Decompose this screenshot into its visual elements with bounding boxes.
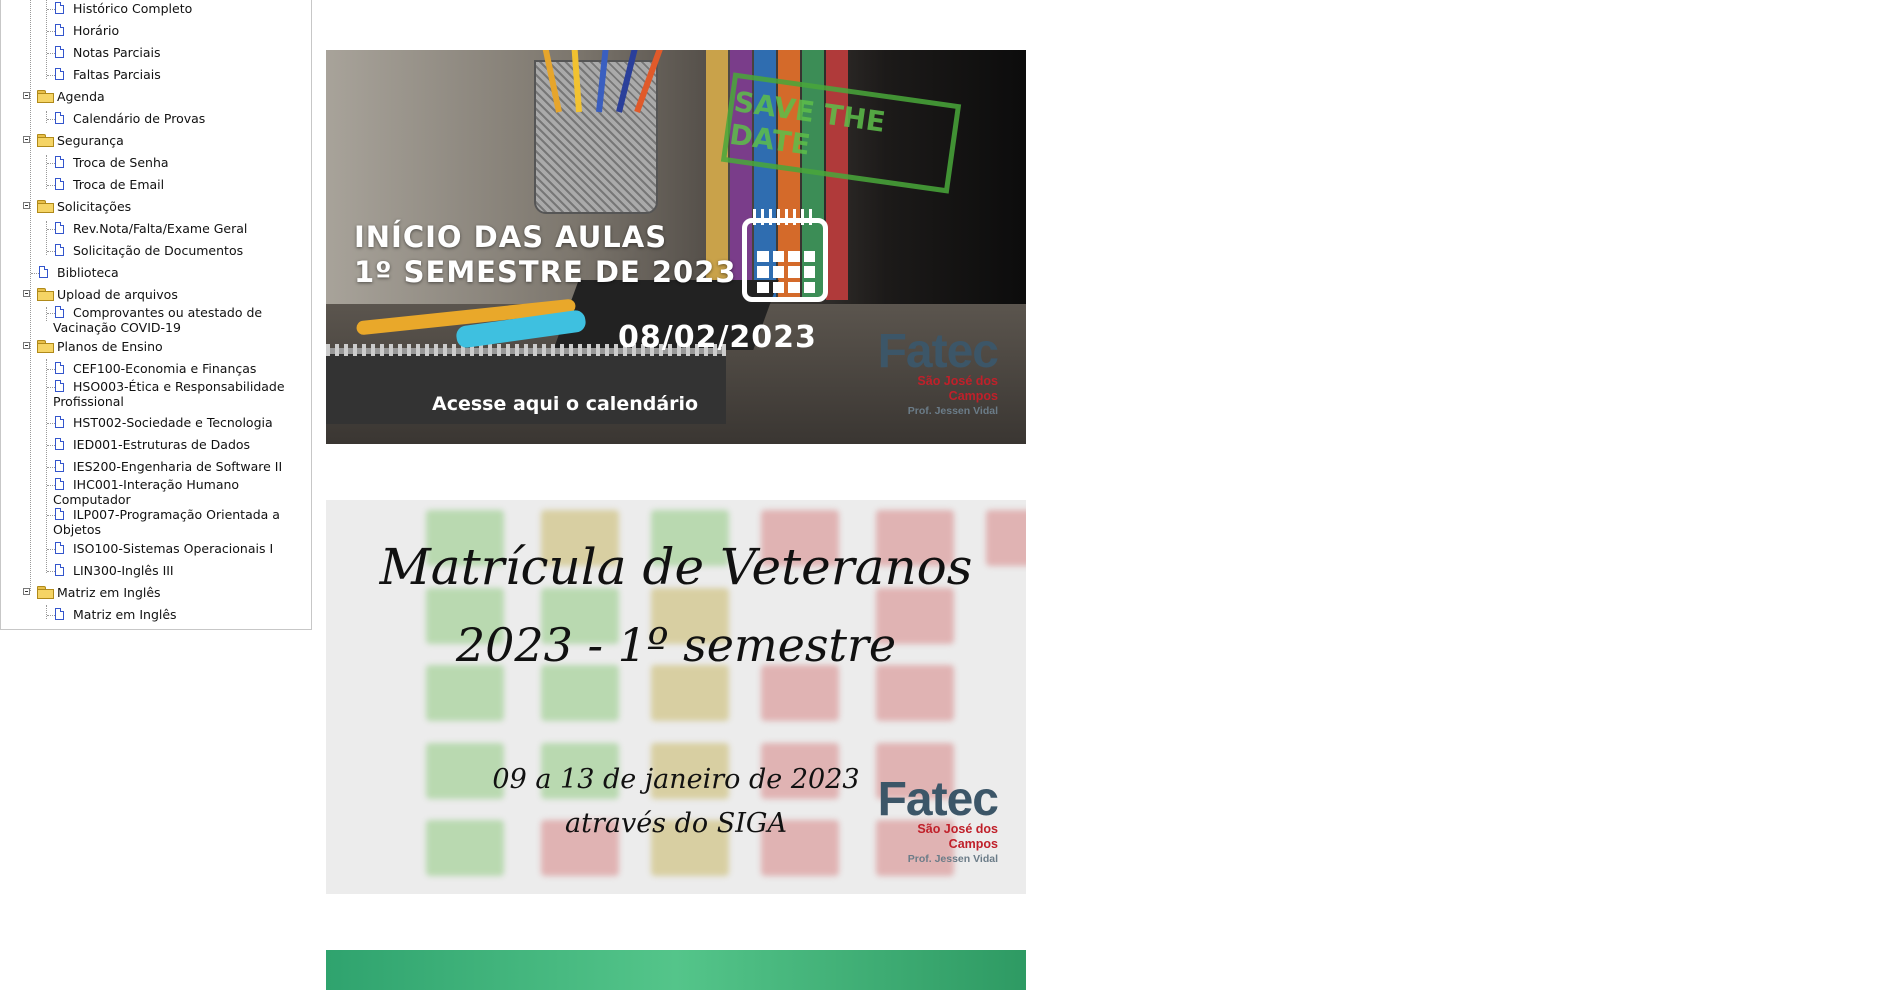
folder-open-icon (37, 586, 54, 599)
fatec-logo: Fatec São José dos Campos Prof. Jessen V… (877, 325, 999, 418)
tree-line (30, 0, 31, 591)
tree-item-label: CEF100-Economia e Finanças (73, 361, 257, 376)
tree-item-label-line1: ILP007-Programação Orientada a (73, 507, 280, 522)
document-icon (55, 380, 64, 392)
folder-open-icon (37, 200, 54, 213)
banner-title-line1: INÍCIO DAS AULAS (354, 220, 668, 254)
tree-item-label-line1: HSO003-Ética e Responsabilidade (73, 379, 285, 394)
document-icon (55, 478, 64, 490)
document-icon (55, 564, 64, 576)
tree-line (46, 155, 47, 189)
tree-line (46, 359, 47, 573)
logo-name: Fatec (877, 773, 999, 826)
collapse-toggle-icon[interactable] (23, 290, 30, 297)
logo-city-line2: Campos (948, 389, 998, 403)
tree-line (46, 111, 47, 123)
banner-title-line1: Matrícula de Veteranos (379, 538, 973, 596)
banner-title: INÍCIO DAS AULAS 1º SEMESTRE DE 2023 (354, 220, 737, 290)
tree-folder-label: Matriz em Inglês (57, 585, 161, 600)
logo-name: Fatec (877, 325, 999, 378)
collapse-toggle-icon[interactable] (23, 342, 30, 349)
document-icon (55, 362, 64, 374)
tree-item-label: HST002-Sociedade e Tecnologia (73, 415, 273, 430)
document-icon (55, 508, 64, 520)
tree-item-label: LIN300-Inglês III (73, 563, 174, 578)
banner-title-line2: 1º SEMESTRE DE 2023 (354, 255, 737, 289)
banner-title-line2: 2023 - 1º semestre (455, 618, 897, 672)
document-icon (55, 608, 64, 620)
tree-folder-label: Solicitações (57, 199, 132, 214)
tree-folder-label: Planos de Ensino (57, 339, 163, 354)
tree-item-label: Rev.Nota/Falta/Exame Geral (73, 221, 248, 236)
sidebar-tree: Histórico Completo Horário Notas Parciai… (0, 0, 312, 630)
banner-inicio-aulas[interactable]: SAVE THE DATE INÍCIO DAS AULAS 1º SEMEST… (326, 50, 1026, 444)
tree-item-label: Troca de Senha (73, 155, 169, 170)
tree-item-label: Notas Parciais (73, 45, 161, 60)
document-icon (55, 68, 64, 80)
document-icon (55, 178, 64, 190)
folder-open-icon (37, 340, 54, 353)
pencil-cup-decoration (534, 50, 671, 214)
document-icon (55, 156, 64, 168)
document-icon (55, 24, 64, 36)
document-icon (55, 112, 64, 124)
document-icon (55, 222, 64, 234)
tree-item-label: Horário (73, 23, 120, 38)
tree-item-label: IED001-Estruturas de Dados (73, 437, 251, 452)
logo-prof: Prof. Jessen Vidal (907, 853, 998, 865)
tree-item-label-line1: IHC001-Interação Humano (73, 477, 240, 492)
collapse-toggle-icon[interactable] (23, 588, 30, 595)
banner-date: 08/02/2023 (618, 320, 817, 355)
tree-item-label-line2: Objetos (53, 522, 101, 537)
tree-item-label: Faltas Parciais (73, 67, 161, 82)
folder-open-icon (37, 134, 54, 147)
tree-item-label-line2: Vacinação COVID-19 (53, 320, 181, 335)
tree-item-label: Biblioteca (57, 265, 119, 280)
fatec-logo: Fatec São José dos Campos Prof. Jessen V… (877, 773, 999, 866)
calendar-link[interactable]: Acesse aqui o calendário (432, 393, 698, 415)
collapse-toggle-icon[interactable] (23, 92, 30, 99)
tree-item-label: Calendário de Provas (73, 111, 206, 126)
banner-matricula-veteranos[interactable]: Matrícula de Veteranos 2023 - 1º semestr… (326, 500, 1026, 894)
collapse-toggle-icon[interactable] (23, 136, 30, 143)
folder-open-icon (37, 90, 54, 103)
document-icon (55, 306, 64, 318)
tree-item-label: Matriz em Inglês (73, 607, 177, 622)
tree-folder-label: Agenda (57, 89, 105, 104)
document-icon (39, 266, 48, 278)
document-icon (55, 2, 64, 14)
tree-item-label-line1: Comprovantes ou atestado de (73, 305, 263, 320)
tree-folder-label: Upload de arquivos (57, 287, 178, 302)
tree-item-label: IES200-Engenharia de Software II (73, 459, 283, 474)
tree-line (46, 605, 47, 619)
tree-item-label: Solicitação de Documentos (73, 243, 244, 258)
tree-item-label: ISO100-Sistemas Operacionais I (73, 541, 274, 556)
tree-item-label-line2: Computador (53, 492, 131, 507)
logo-city-line2: Campos (948, 837, 998, 851)
tree-item-label: Troca de Email (73, 177, 165, 192)
tree-line (46, 0, 47, 79)
document-icon (55, 416, 64, 428)
document-icon (55, 460, 64, 472)
tree-line (46, 221, 47, 255)
tree-line (46, 307, 47, 321)
banner-third[interactable] (326, 950, 1026, 990)
tree-folder-label: Segurança (57, 133, 124, 148)
document-icon (55, 244, 64, 256)
document-icon (55, 438, 64, 450)
tree-item-label-line2: Profissional (53, 394, 124, 409)
folder-open-icon (37, 288, 54, 301)
calendar-icon (742, 209, 828, 302)
tree-item-label: Histórico Completo (73, 1, 193, 16)
document-icon (55, 542, 64, 554)
logo-prof: Prof. Jessen Vidal (907, 405, 998, 417)
document-icon (55, 46, 64, 58)
collapse-toggle-icon[interactable] (23, 202, 30, 209)
